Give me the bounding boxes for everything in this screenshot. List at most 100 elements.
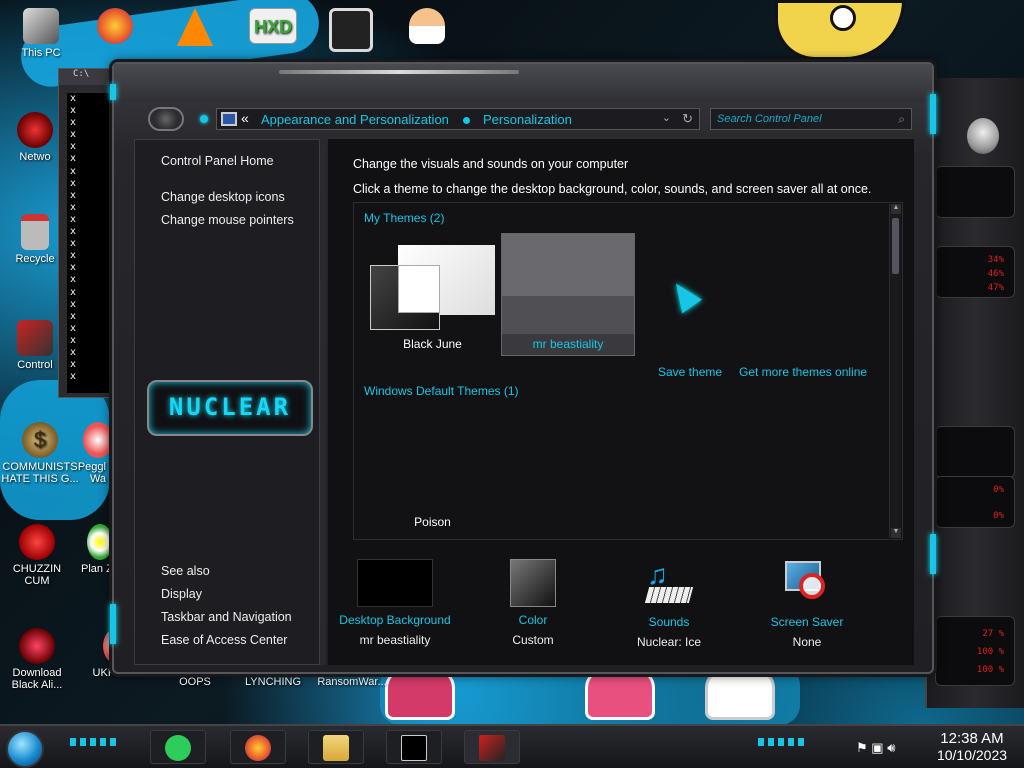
scroll-down-icon[interactable]: ▼: [891, 528, 901, 538]
flower-icon: [87, 524, 113, 560]
screen-saver-button[interactable]: Screen Saver None: [747, 559, 867, 649]
cmd-line: x: [70, 153, 77, 165]
desktop-icon-vlc[interactable]: [160, 8, 230, 49]
page-subtitle: Click a theme to change the desktop back…: [353, 182, 872, 196]
firefox-icon: [245, 735, 271, 761]
desktop-icon-oops[interactable]: OOPS: [160, 676, 230, 688]
cmd-icon: [401, 735, 427, 761]
taskbar-navigation-link[interactable]: Taskbar and Navigation: [161, 610, 292, 624]
network-tray-icon[interactable]: ▣: [871, 740, 883, 755]
hxd-icon: HXD: [249, 8, 297, 44]
see-also-heading: See also: [161, 564, 210, 578]
widget-tile: [935, 166, 1015, 218]
breadcrumb-appearance[interactable]: Appearance and Personalization: [261, 112, 449, 127]
desktop-icon-this-pc[interactable]: This PC: [6, 8, 76, 59]
control-panel-icon: [17, 320, 53, 356]
system-clock[interactable]: 12:38 AM 10/10/2023: [930, 730, 1014, 763]
spotify-icon: [165, 735, 191, 761]
nuclear-theme-icon: [479, 735, 505, 761]
themes-list[interactable]: My Themes (2) Black June mr beastiality …: [353, 202, 903, 540]
window-accent: [930, 94, 936, 134]
scrollbar-thumb[interactable]: [892, 218, 899, 274]
search-input[interactable]: Search Control Panel ⌕: [710, 108, 912, 130]
personalization-window[interactable]: « Appearance and Personalization Persona…: [110, 62, 936, 674]
change-mouse-pointers-link[interactable]: Change mouse pointers: [161, 213, 294, 227]
desktop-icon-communists[interactable]: $ COMMUNISTS HATE THIS G...: [0, 422, 80, 485]
recent-pages-dot-icon[interactable]: [200, 115, 208, 123]
file-explorer-icon: [323, 735, 349, 761]
breadcrumb-separator-icon[interactable]: [463, 117, 470, 124]
theme-tile-mr-beastiality-selected[interactable]: mr beastiality: [501, 233, 635, 356]
desktop-icon-chuzzin[interactable]: CHUZZIN CUM: [2, 524, 72, 587]
chuzzle-icon: [19, 524, 55, 560]
widget-tile: 27 % 100 % 100 %: [935, 616, 1015, 686]
address-dropdown-icon[interactable]: ⌄: [662, 111, 671, 124]
search-icon[interactable]: ⌕: [898, 112, 905, 127]
cmd-line: x: [70, 238, 77, 250]
themes-scrollbar[interactable]: ▲ ▼: [889, 204, 901, 538]
taskbar-spotify[interactable]: [150, 730, 206, 764]
desktop-icon-firefox[interactable]: [80, 8, 150, 47]
get-more-themes-link[interactable]: Get more themes online: [739, 365, 867, 379]
titlebar-ornament: [279, 70, 519, 74]
volume-icon[interactable]: 🔊︎: [887, 740, 895, 755]
page-title: Change the visuals and sounds on your co…: [353, 157, 629, 171]
desktop-icon-hxd[interactable]: HXD: [238, 8, 308, 47]
taskbar-decoration: [70, 738, 118, 746]
control-panel-home-link[interactable]: Control Panel Home: [161, 154, 274, 168]
scroll-up-icon[interactable]: ▲: [891, 204, 901, 214]
address-bar[interactable]: « Appearance and Personalization Persona…: [216, 108, 700, 130]
desktop-icon-lynching[interactable]: LYNCHING: [238, 676, 308, 688]
cmd-line: x: [70, 189, 77, 201]
refresh-icon[interactable]: ↻: [682, 111, 693, 127]
window-titlebar[interactable]: [114, 64, 932, 102]
maze-app-icon: [329, 8, 373, 52]
taskbar-control-panel-active[interactable]: [464, 730, 520, 764]
pane-divider[interactable]: [320, 139, 326, 665]
theme-name-poison[interactable]: Poison: [370, 515, 495, 529]
wallpaper-shoes: [385, 668, 785, 720]
cmd-line: x: [70, 129, 77, 141]
gray-swatch-icon: [510, 559, 556, 607]
alienware-logo-icon: [967, 118, 999, 154]
theme-name-black-june[interactable]: Black June: [370, 337, 495, 351]
start-button[interactable]: [6, 730, 44, 768]
mouse-cursor-icon: [666, 276, 702, 314]
taskbar-cmd[interactable]: [386, 730, 442, 764]
cmd-line: x: [70, 201, 77, 213]
breadcrumb-personalization[interactable]: Personalization: [483, 112, 572, 127]
taskbar-file-explorer[interactable]: [308, 730, 364, 764]
desktop-background-button[interactable]: Desktop Background mr beastiality: [335, 559, 455, 647]
tray-icons[interactable]: ⚑ ▣ 🔊︎: [856, 740, 895, 756]
theme-tile-black-june[interactable]: [370, 245, 495, 335]
cmd-line: x: [70, 117, 77, 129]
system-monitor-widget: 34% 46% 47% 0% 0% 27 % 100 % 100 %: [925, 78, 1024, 708]
control-panel-icon: [221, 112, 237, 126]
cmd-window[interactable]: C:\ xxxxxxxxxxxxxxxxxxxxxxxx: [58, 68, 118, 398]
back-forward-orb-icon[interactable]: [148, 107, 184, 131]
desktop-icon-download[interactable]: Download Black Ali...: [2, 628, 72, 691]
clock-date: 10/10/2023: [936, 747, 1008, 763]
desktop-icon-ransomware[interactable]: RansomWar...: [312, 676, 392, 688]
navigation-bar: « Appearance and Personalization Persona…: [142, 104, 912, 134]
display-link[interactable]: Display: [161, 587, 202, 601]
wallpaper-cartoon-eye: [830, 5, 856, 31]
cmd-titlebar[interactable]: C:\: [59, 69, 117, 85]
left-navigation-pane: Control Panel Home Change desktop icons …: [134, 139, 320, 665]
color-button[interactable]: Color Custom: [473, 559, 593, 647]
taskbar-firefox[interactable]: [230, 730, 286, 764]
theme-name-mr-beastiality[interactable]: mr beastiality: [502, 337, 634, 351]
change-desktop-icons-link[interactable]: Change desktop icons: [161, 190, 285, 204]
cmd-line: x: [70, 165, 77, 177]
vlc-cone-icon: [177, 8, 213, 46]
cmd-line: x: [70, 359, 77, 371]
flag-icon[interactable]: ⚑: [856, 740, 868, 755]
ease-of-access-link[interactable]: Ease of Access Center: [161, 633, 287, 647]
save-theme-link[interactable]: Save theme: [658, 365, 722, 379]
desktop-icon-doctor[interactable]: [392, 8, 462, 47]
nuclear-logo: NUCLEAR: [147, 380, 313, 436]
my-themes-header: My Themes (2): [364, 211, 445, 225]
sounds-button[interactable]: ♫ Sounds Nuclear: Ice: [609, 559, 729, 649]
breadcrumb-overflow-chevron[interactable]: «: [241, 110, 249, 126]
desktop-icon-app[interactable]: [316, 8, 386, 55]
